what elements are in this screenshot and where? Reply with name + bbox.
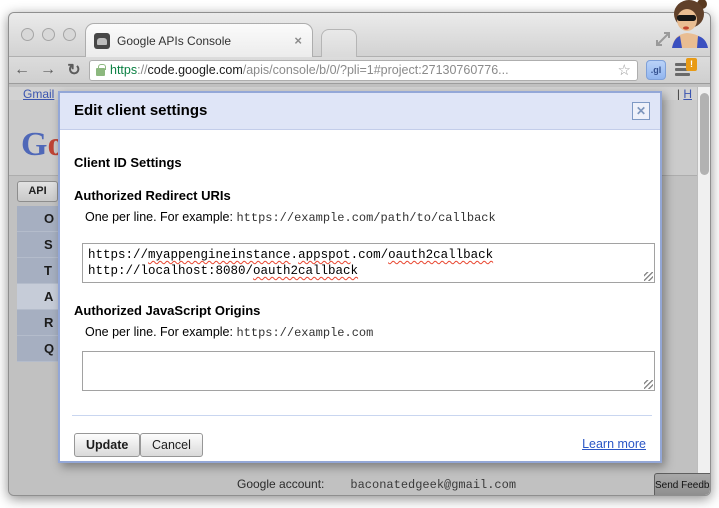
uri-text: https:// — [88, 248, 148, 262]
url-separator: :// — [137, 63, 147, 77]
misspelled-word: oauth2callback — [388, 248, 493, 262]
browser-toolbar: ← → ↻ https :// code.google.com /apis/co… — [9, 57, 710, 84]
redirect-uris-hint: One per line. For example: https://examp… — [85, 210, 496, 225]
back-button[interactable]: ← — [9, 61, 35, 79]
ssl-lock-icon[interactable] — [96, 68, 105, 76]
client-id-settings-heading: Client ID Settings — [74, 155, 182, 170]
dialog-header: Edit client settings ✕ — [60, 93, 660, 130]
hint-text: One per line. For example: — [85, 325, 236, 339]
resize-grip-icon[interactable] — [644, 380, 653, 389]
tab-favicon-icon — [94, 33, 110, 49]
window-controls — [21, 28, 76, 41]
vertical-scrollbar-thumb[interactable] — [700, 93, 709, 175]
menu-bar-line — [675, 73, 690, 76]
uri-text: .com/ — [351, 248, 389, 262]
minimize-window-button[interactable] — [42, 28, 55, 41]
js-origins-hint: One per line. For example: https://examp… — [85, 325, 373, 340]
account-label: Google account: — [237, 477, 324, 491]
edit-client-settings-dialog: Edit client settings ✕ Client ID Setting… — [58, 91, 662, 463]
misspelled-word: myappengineinstance — [148, 248, 291, 262]
close-window-button[interactable] — [21, 28, 34, 41]
js-origins-textarea[interactable] — [82, 351, 655, 391]
cancel-button[interactable]: Cancel — [140, 433, 203, 457]
address-bar[interactable]: https :// code.google.com /apis/console/… — [89, 60, 638, 81]
browser-tab[interactable]: Google APIs Console × — [85, 23, 313, 57]
tab-title: Google APIs Console — [117, 34, 292, 48]
hint-text: One per line. For example: — [85, 210, 236, 224]
account-email: baconatedgeek@gmail.com — [350, 478, 516, 492]
screenshot-stage: Google APIs Console × ← → ↻ https :// co… — [0, 0, 719, 508]
logo-letter-g: G — [21, 126, 47, 163]
hint-example-url: https://example.com — [236, 326, 373, 340]
resize-grip-icon[interactable] — [644, 272, 653, 281]
account-row: Google account: baconatedgeek@gmail.com — [237, 477, 516, 492]
dialog-title: Edit client settings — [74, 102, 207, 119]
hint-example-url: https://example.com/path/to/callback — [236, 211, 495, 225]
send-feedback-button[interactable]: Send Feedback — [654, 473, 711, 496]
js-origins-label: Authorized JavaScript Origins — [74, 303, 260, 318]
tab-close-icon[interactable]: × — [292, 33, 304, 48]
reload-button[interactable]: ↻ — [61, 60, 87, 80]
url-path: /apis/console/b/0/?pli=1#project:2713076… — [243, 63, 509, 77]
uri-text: . — [291, 248, 299, 262]
redirect-uris-label: Authorized Redirect URIs — [74, 188, 231, 203]
gmail-link[interactable]: Gmail — [23, 87, 54, 101]
textarea-lines: https://myappengineinstance.appspot.com/… — [88, 247, 649, 279]
zoom-window-button[interactable] — [63, 28, 76, 41]
url-scheme: https — [110, 63, 137, 77]
new-tab-button[interactable] — [321, 29, 357, 57]
update-button[interactable]: Update — [74, 433, 140, 457]
chrome-menu-icon[interactable]: ! — [674, 60, 694, 80]
uri-text: http://localhost:8080/ — [88, 264, 253, 278]
api-project-tab[interactable]: API — [17, 181, 58, 202]
goo-gl-extension-icon[interactable]: .gl — [646, 60, 666, 80]
misspelled-word: oauth2callback — [253, 264, 358, 278]
misspelled-word: appspot — [298, 248, 351, 262]
menu-alert-badge: ! — [686, 58, 697, 71]
forward-button[interactable]: → — [35, 61, 61, 79]
header-right-links: | H — [677, 87, 692, 101]
url-domain: code.google.com — [148, 63, 243, 77]
help-link[interactable]: H — [683, 87, 692, 101]
footer-divider — [72, 415, 652, 416]
bookmark-star-icon[interactable]: ☆ — [618, 61, 631, 79]
dialog-close-icon[interactable]: ✕ — [632, 102, 650, 120]
learn-more-link[interactable]: Learn more — [582, 437, 646, 451]
vertical-scrollbar[interactable] — [697, 87, 710, 495]
tab-strip: Google APIs Console × — [9, 13, 710, 57]
profile-avatar — [668, 0, 714, 48]
redirect-uris-textarea[interactable]: https://myappengineinstance.appspot.com/… — [82, 243, 655, 283]
